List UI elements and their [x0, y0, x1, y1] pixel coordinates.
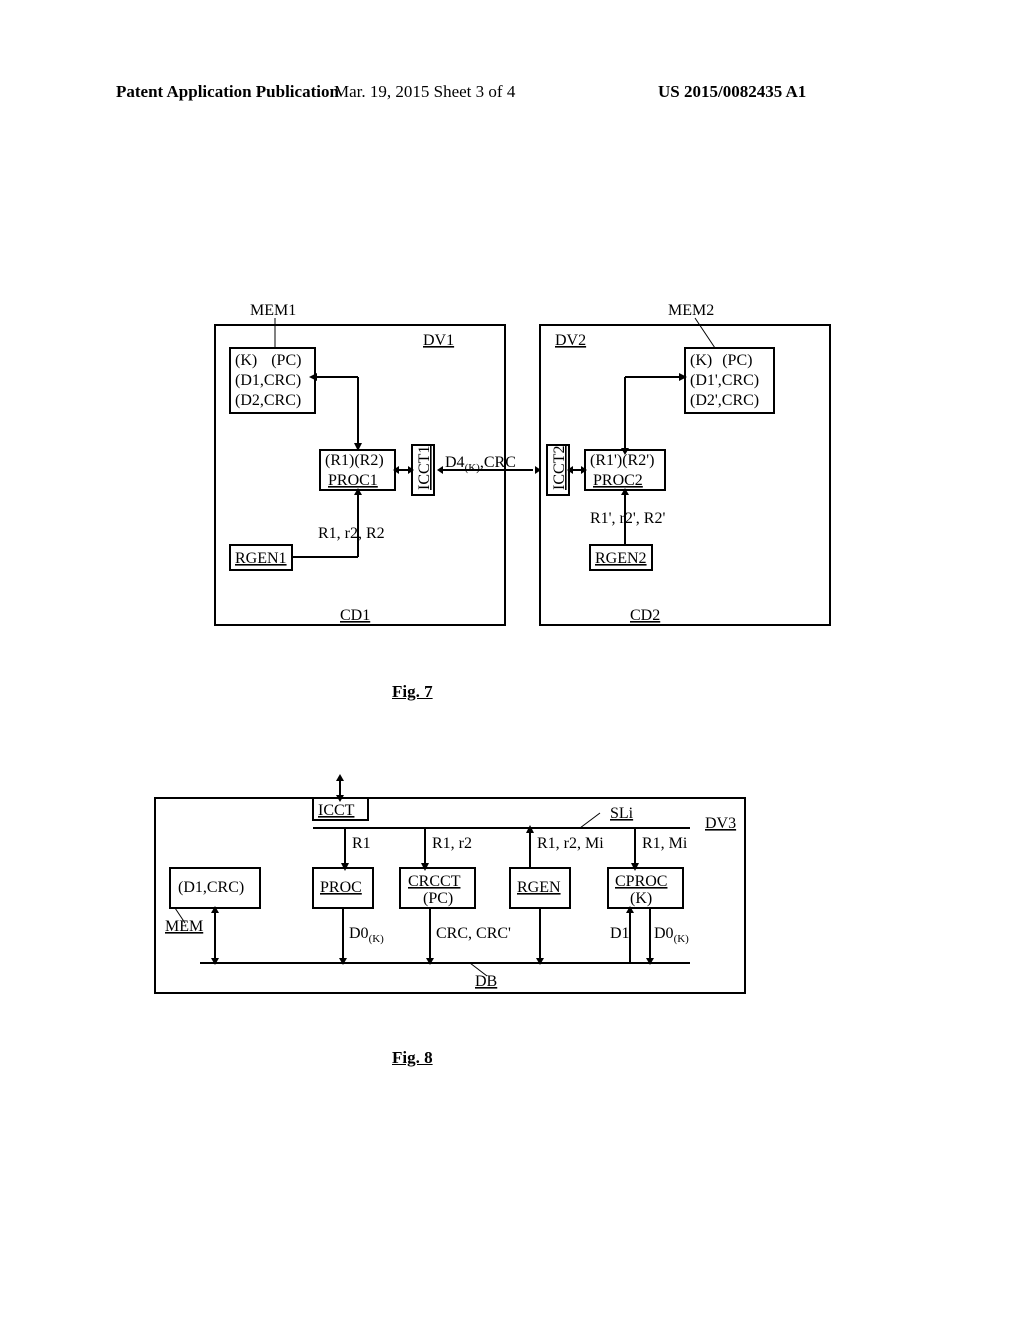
svg-text:R1', r2', R2': R1', r2', R2' — [590, 510, 665, 527]
svg-text:PROC: PROC — [320, 879, 362, 896]
svg-text:(D2,CRC): (D2,CRC) — [235, 392, 301, 409]
figure-8-caption: Fig. 8 — [392, 1048, 433, 1068]
svg-text:PROC1: PROC1 — [328, 472, 378, 489]
figure-8: DV3 ICCT SLi R1 R1, r2 R1, r2, Mi R1, Mi — [130, 768, 770, 1018]
svg-text:CRCCT: CRCCT — [408, 873, 461, 890]
svg-text:CD1: CD1 — [340, 607, 370, 624]
figure-7-caption: Fig. 7 — [392, 682, 433, 702]
svg-text:(R1)(R2): (R1)(R2) — [325, 452, 384, 469]
svg-text:(PC): (PC) — [423, 890, 453, 907]
svg-text:RGEN1: RGEN1 — [235, 550, 287, 567]
dv2-label: DV2 — [555, 332, 586, 349]
svg-text:R1, r2, Mi: R1, r2, Mi — [537, 835, 604, 852]
svg-text:D0(K): D0(K) — [349, 925, 384, 945]
svg-text:ICCT: ICCT — [318, 802, 355, 819]
dv1-label: DV1 — [423, 332, 454, 349]
svg-text:R1: R1 — [352, 835, 371, 852]
mem2-label: MEM2 — [668, 302, 714, 319]
svg-text:R1, r2, R2: R1, r2, R2 — [318, 525, 385, 542]
header-left: Patent Application Publication — [116, 82, 339, 102]
sli-label: SLi — [610, 805, 634, 822]
svg-text:RGEN: RGEN — [517, 879, 561, 896]
svg-text:(R1')(R2'): (R1')(R2') — [590, 452, 654, 469]
figure-7: DV1 DV2 MEM1 (K)(PC) (D1,CRC) (D2,CRC) M… — [195, 295, 835, 655]
svg-text:(K): (K) — [630, 890, 652, 907]
svg-text:(D1,CRC): (D1,CRC) — [178, 879, 244, 896]
svg-text:(D1,CRC): (D1,CRC) — [235, 372, 301, 389]
svg-text:(D1',CRC): (D1',CRC) — [690, 372, 759, 389]
svg-text:CRC, CRC': CRC, CRC' — [436, 925, 511, 942]
svg-text:ICCT2: ICCT2 — [551, 446, 568, 490]
mem1-label: MEM1 — [250, 302, 296, 319]
svg-text:RGEN2: RGEN2 — [595, 550, 647, 567]
svg-text:ICCT1: ICCT1 — [416, 446, 433, 490]
svg-text:R1, Mi: R1, Mi — [642, 835, 688, 852]
mem-label: MEM — [165, 918, 203, 935]
svg-text:(K)(PC): (K)(PC) — [235, 352, 301, 369]
svg-text:CD2: CD2 — [630, 607, 660, 624]
svg-text:D1: D1 — [610, 925, 630, 942]
svg-text:(D2',CRC): (D2',CRC) — [690, 392, 759, 409]
svg-text:D0(K): D0(K) — [654, 925, 689, 945]
svg-text:PROC2: PROC2 — [593, 472, 643, 489]
svg-text:R1, r2: R1, r2 — [432, 835, 472, 852]
header-right: US 2015/0082435 A1 — [658, 82, 806, 102]
header-mid: Mar. 19, 2015 Sheet 3 of 4 — [334, 82, 515, 102]
svg-text:(K)(PC): (K)(PC) — [690, 352, 752, 369]
dv3-label: DV3 — [705, 815, 736, 832]
svg-text:CPROC: CPROC — [615, 873, 667, 890]
